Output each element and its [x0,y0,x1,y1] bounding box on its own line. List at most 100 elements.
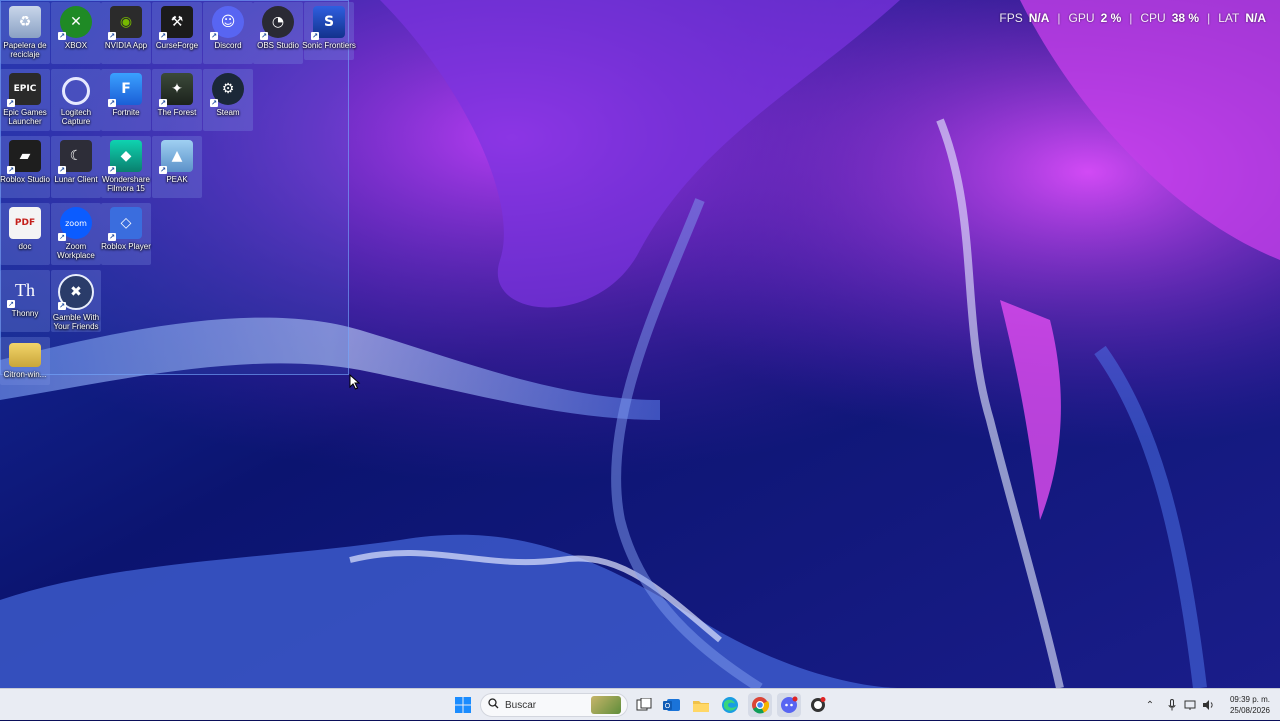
taskbar-clock[interactable]: 09:39 p. m. 25/08/2026 [1230,694,1270,716]
clock-time: 09:39 p. m. [1229,695,1270,704]
performance-overlay: FPS N/A | GPU 2 % | CPU 38 % | LAT N/A [999,11,1266,25]
desktop-icon-epic-games-launcher[interactable]: EPIC ↗ Epic Games Launcher [0,69,50,131]
desktop-icon-label: doc [18,242,32,251]
network-icon[interactable] [1181,696,1199,715]
desktop-icon-recycle-bin[interactable]: ♻ Papelera de reciclaje [0,2,50,64]
zoom-icon: zoom ↗ [58,207,92,241]
roblox-studio-icon: ▰ ↗ [7,140,41,174]
fortnite-icon: F ↗ [108,73,142,107]
overlay-divider: | [1207,11,1211,25]
overlay-divider: | [1129,11,1133,25]
task-view-icon [636,698,652,711]
fps-label: FPS [999,11,1023,25]
volume-icon[interactable] [1199,696,1217,715]
desktop-icon-label: Citron-win... [3,370,47,379]
desktop-icon-label: Zoom Workplace [57,242,95,260]
task-view-button[interactable] [632,693,656,717]
desktop-icon-label: Sonic Frontiers [302,41,356,50]
the-forest-icon: ✦ ↗ [159,73,193,107]
desktop-icon-label: Logitech Capture [60,108,92,126]
edge-icon [722,697,738,713]
desktop-icon-lunar-client[interactable]: ☾ ↗ Lunar Client [51,136,101,198]
lat-value: N/A [1245,11,1266,25]
sonic-icon: S ↗ [311,6,345,40]
folder-icon [9,343,41,367]
start-icon [455,697,471,713]
chrome-icon [752,697,769,714]
desktop-icon-roblox-player[interactable]: ◇ ↗ Roblox Player [101,203,151,265]
file-explorer-icon [693,700,709,712]
desktop-icon-wondershare-filmora[interactable]: ◆ ↗ Wondershare Filmora 15 [101,136,151,198]
app-taskbar-button[interactable] [806,693,830,717]
desktop-icon-label: Fortnite [112,108,140,117]
outlook-icon: O [663,699,680,711]
desktop-icon-label: Thonny [11,309,39,318]
desktop-icon-citron-folder[interactable]: Citron-win... [0,337,50,385]
gpu-value: 2 % [1100,11,1122,25]
desktop-icon-sonic-frontiers[interactable]: S ↗ Sonic Frontiers [302,2,356,60]
search-placeholder: Buscar [505,699,537,711]
pdf-icon: PDF [9,207,41,239]
desktop-icon-label: Lunar Client [54,175,98,184]
desktop-icon-label: Steam [216,108,240,117]
file-explorer-button[interactable] [689,693,713,717]
desktop-icon-the-forest[interactable]: ✦ ↗ The Forest [152,69,202,131]
discord-taskbar-button[interactable] [777,693,801,717]
desktop-icon-label: Roblox Studio [0,175,50,184]
desktop-icon-label: CurseForge [155,41,199,50]
desktop-icon-peak[interactable]: ▲ ↗ PEAK [152,136,202,198]
desktop-icon-fortnite[interactable]: F ↗ Fortnite [101,69,151,131]
overlay-divider: | [1057,11,1061,25]
desktop-icon-label: The Forest [157,108,197,117]
logitech-icon [62,77,90,105]
fps-value: N/A [1028,11,1050,25]
edge-button[interactable] [718,693,742,717]
recycle-bin-icon: ♻ [9,6,41,38]
desktop-icon-label: Epic Games Launcher [3,108,47,126]
lunar-client-icon: ☾ ↗ [58,140,92,174]
discord-icon [781,696,798,713]
microphone-icon[interactable] [1163,696,1181,715]
desktop-icon-label: Gamble With Your Friends [52,313,100,331]
roblox-player-icon: ◇ ↗ [108,207,142,241]
gpu-label: GPU [1068,11,1095,25]
desktop-icon-thonny[interactable]: Th ↗ Thonny [0,270,50,332]
desktop-icon-label: Papelera de reciclaje [3,41,47,59]
desktop-icon-label: NVIDIA App [104,41,148,50]
desktop-icon-doc[interactable]: PDF doc [0,203,50,265]
obs-icon: ◔ ↗ [260,6,294,40]
desktop-icon-zoom-workplace[interactable]: zoom ↗ Zoom Workplace [51,203,101,265]
clock-date: 25/08/2026 [1229,706,1270,715]
app-icon [811,697,826,712]
curseforge-icon: ⚒ ↗ [159,6,193,40]
desktop-icon-curseforge[interactable]: ⚒ ↗ CurseForge [152,2,202,64]
desktop-icon-gamble-with-your-friends[interactable]: ✖ ↗ Gamble With Your Friends [51,270,101,332]
system-tray: ⌃ [1143,689,1217,721]
start-button[interactable] [451,693,475,717]
desktop-icon-label: Wondershare Filmora 15 [102,175,150,193]
desktop-icon-label: PEAK [166,175,188,184]
taskbar-search-box[interactable]: Buscar [480,693,628,717]
desktop-icon-discord[interactable]: ☺ ↗ Discord [203,2,253,64]
search-icon [488,698,499,712]
discord-icon: ☺ ↗ [210,6,244,40]
desktop-icon-xbox[interactable]: ✕ ↗ XBOX [51,2,101,64]
filmora-icon: ◆ ↗ [108,140,142,174]
desktop-icon-logitech-capture[interactable]: Logitech Capture [51,69,101,131]
outlook-button[interactable]: O [660,693,684,717]
chrome-button[interactable] [748,693,772,717]
xbox-icon: ✕ ↗ [58,6,92,40]
desktop-icon-label: Discord [214,41,242,50]
lat-label: LAT [1218,11,1240,25]
taskbar: Buscar O ⌃ 09:39 p. m. 25/08/2026 [0,688,1280,720]
svg-text:O: O [665,703,671,710]
desktop-icon-steam[interactable]: ⚙ ↗ Steam [203,69,253,131]
gamble-icon: ✖ ↗ [58,274,94,310]
desktop-icon-obs-studio[interactable]: ◔ ↗ OBS Studio [253,2,303,64]
mouse-cursor [349,373,361,394]
chevron-up-icon[interactable]: ⌃ [1143,700,1157,711]
desktop-icon-nvidia-app[interactable]: ◉ ↗ NVIDIA App [101,2,151,64]
desktop-icon-roblox-studio[interactable]: ▰ ↗ Roblox Studio [0,136,50,198]
desktop-icon-label: OBS Studio [257,41,299,50]
thonny-icon: Th ↗ [7,279,35,308]
